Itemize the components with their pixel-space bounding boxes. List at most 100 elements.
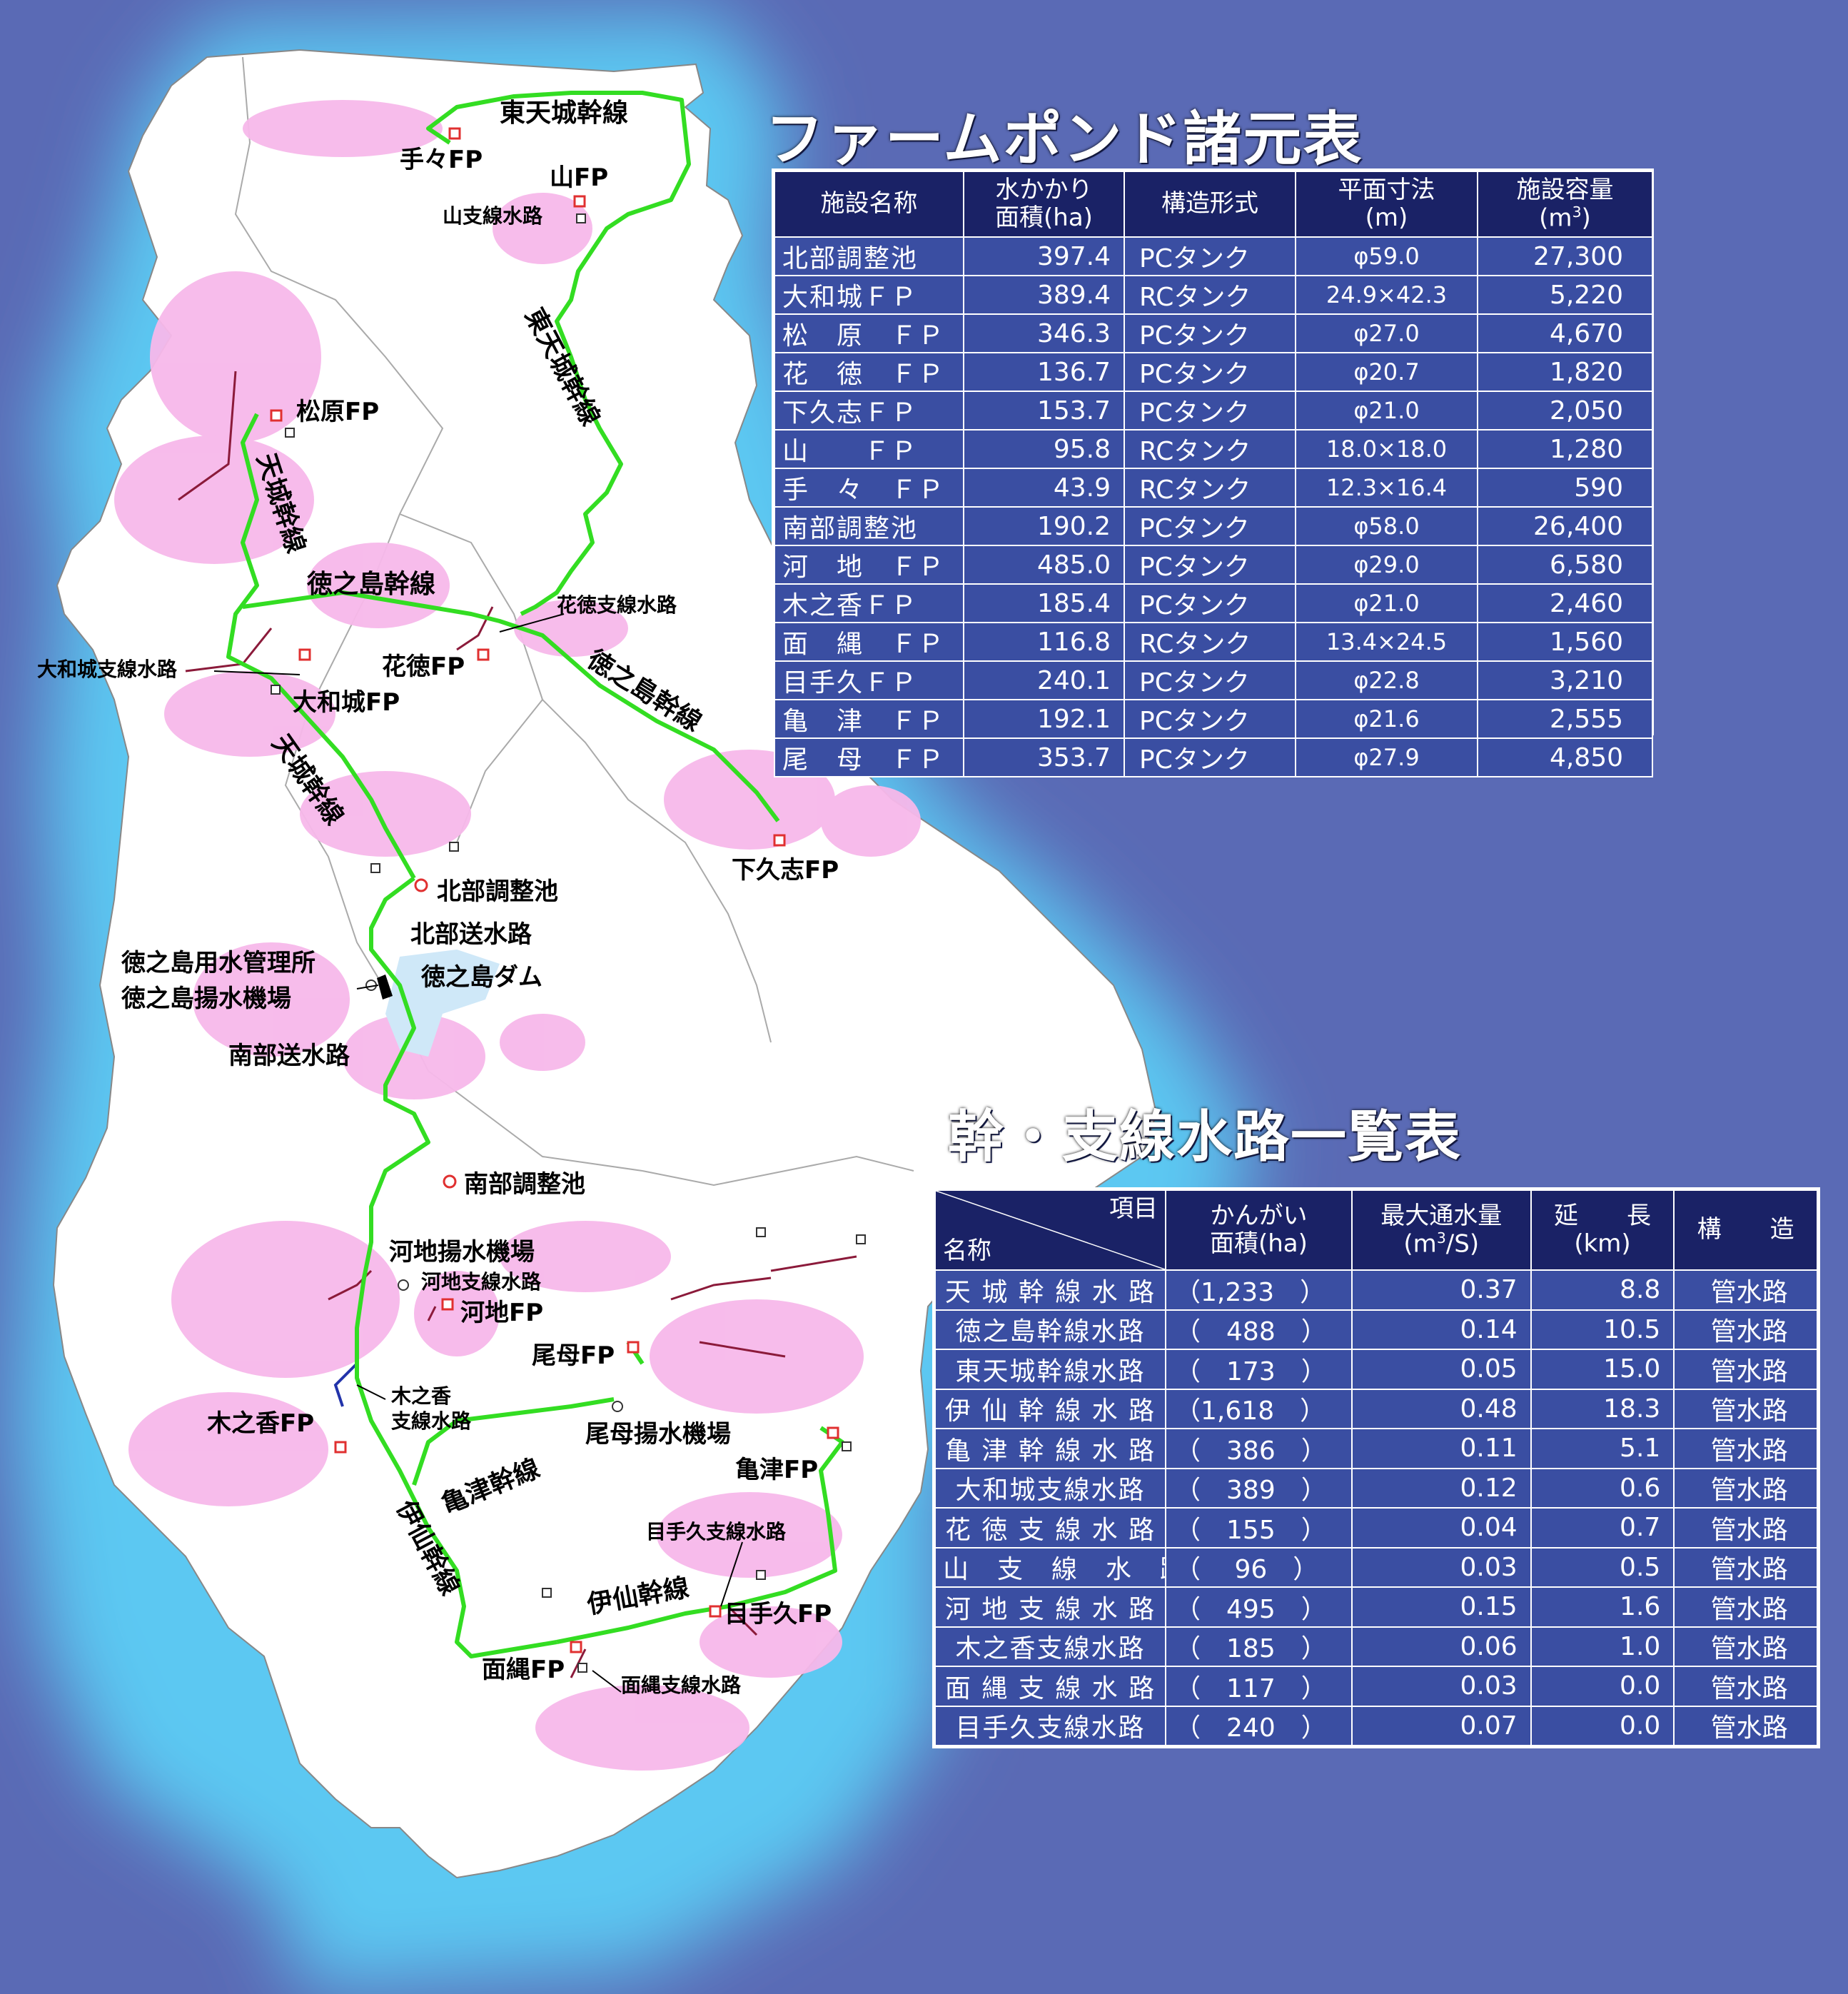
svg-text:支線水路: 支線水路 <box>391 1409 472 1433</box>
svg-text:面縄FP: 面縄FP <box>482 1656 565 1684</box>
header-irrigation-area: かんがい 面積(ha) <box>1165 1189 1353 1271</box>
table-row: 目手久ＦＰ 240.1 PCタンク φ22.8 3,210 <box>774 660 1653 700</box>
structure-type-cell: PCタンク <box>1124 545 1296 585</box>
table-row: 松 原 ＦＰ 346.3 PCタンク φ27.0 4,670 <box>774 313 1653 353</box>
svg-text:河地揚水機場: 河地揚水機場 <box>389 1238 535 1267</box>
table-row: 木之香ＦＰ 185.4 PCタンク φ21.0 2,460 <box>774 583 1653 623</box>
header-area: 水かかり 面積(ha) <box>963 171 1125 238</box>
svg-text:花徳支線水路: 花徳支線水路 <box>557 593 677 617</box>
header-structure: 構 造 <box>1673 1189 1818 1271</box>
structure-type-cell: PCタンク <box>1124 506 1296 546</box>
svg-text:河地支線水路: 河地支線水路 <box>421 1270 542 1294</box>
channel-name-cell: 面 縄 支 線 水 路 <box>934 1666 1167 1707</box>
channel-name-cell: 目手久支線水路 <box>934 1705 1167 1746</box>
channel-name-cell: 山 支 線 水 路 <box>934 1546 1167 1588</box>
header-dimensions: 平面寸法 (m) <box>1295 171 1478 238</box>
facility-name-cell: 南部調整池 <box>774 506 964 546</box>
capacity-cell: 2,460 <box>1477 583 1653 623</box>
channel-header-row: 項目 名称 かんがい 面積(ha) 最大通水量 (m3/S) 延 長 (km) 構 造 <box>934 1189 1818 1271</box>
svg-text:目手久FP: 目手久FP <box>724 1600 832 1628</box>
max-flow-cell: 0.37 <box>1350 1269 1532 1311</box>
structure-cell: 管水路 <box>1673 1309 1818 1350</box>
dimension-cell: φ21.0 <box>1295 583 1478 623</box>
svg-text:北部送水路: 北部送水路 <box>410 920 532 949</box>
svg-text:徳之島幹線: 徳之島幹線 <box>306 569 435 599</box>
svg-text:徳之島揚水機場: 徳之島揚水機場 <box>121 985 291 1013</box>
irrigation-area-cell: （ 488 ） <box>1165 1309 1353 1350</box>
max-flow-cell: 0.06 <box>1350 1626 1532 1667</box>
structure-cell: 管水路 <box>1673 1269 1818 1311</box>
structure-cell: 管水路 <box>1673 1467 1818 1509</box>
capacity-cell: 590 <box>1477 468 1653 508</box>
facility-name-cell: 山 ＦＰ <box>774 429 964 469</box>
length-cell: 10.5 <box>1530 1309 1675 1350</box>
irrigation-area-cell: （1,233 ） <box>1165 1269 1353 1311</box>
svg-text:花徳FP: 花徳FP <box>382 653 465 681</box>
max-flow-cell: 0.14 <box>1350 1309 1532 1350</box>
area-cell: 116.8 <box>963 622 1125 662</box>
facility-name-cell: 河 地 ＦＰ <box>774 545 964 585</box>
irrigation-area-cell: （ 173 ） <box>1165 1349 1353 1390</box>
length-cell: 15.0 <box>1530 1349 1675 1390</box>
structure-type-cell: PCタンク <box>1124 391 1296 430</box>
svg-text:山FP: 山FP <box>550 163 608 192</box>
dimension-cell: φ22.8 <box>1295 660 1478 700</box>
table-row: 花 徳 ＦＰ 136.7 PCタンク φ20.7 1,820 <box>774 352 1653 392</box>
max-flow-cell: 0.04 <box>1350 1507 1532 1549</box>
structure-cell: 管水路 <box>1673 1349 1818 1390</box>
header-type: 構造形式 <box>1124 171 1296 238</box>
table-row: 伊 仙 幹 線 水 路（1,618 ） 0.48 18.3 管水路 <box>934 1388 1818 1429</box>
irrigation-area-cell: （ 240 ） <box>1165 1705 1353 1746</box>
svg-text:尾母FP: 尾母FP <box>532 1341 615 1370</box>
table-row: 徳之島幹線水路（ 488 ） 0.14 10.5 管水路 <box>934 1309 1818 1350</box>
area-cell: 136.7 <box>963 352 1125 392</box>
structure-cell: 管水路 <box>1673 1428 1818 1469</box>
length-cell: 1.6 <box>1530 1586 1675 1628</box>
irrigation-area-cell: （ 495 ） <box>1165 1586 1353 1628</box>
dimension-cell: 13.4×24.5 <box>1295 622 1478 662</box>
capacity-cell: 1,820 <box>1477 352 1653 392</box>
max-flow-cell: 0.05 <box>1350 1349 1532 1390</box>
structure-cell: 管水路 <box>1673 1666 1818 1707</box>
svg-text:河地FP: 河地FP <box>460 1299 543 1327</box>
structure-type-cell: RCタンク <box>1124 622 1296 662</box>
area-cell: 346.3 <box>963 313 1125 353</box>
svg-text:大和城FP: 大和城FP <box>293 688 400 717</box>
max-flow-cell: 0.48 <box>1350 1388 1532 1429</box>
facility-name-cell: 亀 津 ＦＰ <box>774 699 964 739</box>
area-cell: 397.4 <box>963 236 1125 276</box>
channel-name-cell: 木之香支線水路 <box>934 1626 1167 1667</box>
header-capacity: 施設容量 (m3) <box>1477 171 1653 238</box>
farmpond-header-row: 施設名称 水かかり 面積(ha) 構造形式 平面寸法 (m) 施設容量 (m3) <box>774 171 1653 238</box>
facility-name-cell: 北部調整池 <box>774 236 964 276</box>
dimension-cell: φ27.9 <box>1295 737 1478 777</box>
irrigation-area-cell: （1,618 ） <box>1165 1388 1353 1429</box>
svg-text:南部送水路: 南部送水路 <box>228 1042 350 1070</box>
area-cell: 192.1 <box>963 699 1125 739</box>
svg-text:松原FP: 松原FP <box>296 398 379 426</box>
dimension-cell: 18.0×18.0 <box>1295 429 1478 469</box>
max-flow-cell: 0.03 <box>1350 1546 1532 1588</box>
capacity-cell: 2,555 <box>1477 699 1653 739</box>
area-cell: 185.4 <box>963 583 1125 623</box>
table-row: 河 地 ＦＰ 485.0 PCタンク φ29.0 6,580 <box>774 545 1653 585</box>
table-row: 下久志ＦＰ 153.7 PCタンク φ21.0 2,050 <box>774 391 1653 430</box>
table-row: 花 徳 支 線 水 路（ 155 ） 0.04 0.7 管水路 <box>934 1507 1818 1549</box>
facility-name-cell: 尾 母 ＦＰ <box>774 737 964 777</box>
structure-cell: 管水路 <box>1673 1705 1818 1746</box>
channel-name-cell: 徳之島幹線水路 <box>934 1309 1167 1350</box>
area-cell: 353.7 <box>963 737 1125 777</box>
length-cell: 0.0 <box>1530 1705 1675 1746</box>
svg-text:目手久支線水路: 目手久支線水路 <box>646 1520 787 1544</box>
channel-name-cell: 東天城幹線水路 <box>934 1349 1167 1390</box>
svg-text:亀津FP: 亀津FP <box>735 1456 818 1484</box>
channel-table-panel: 項目 名称 かんがい 面積(ha) 最大通水量 (m3/S) 延 長 (km) 構 造… <box>932 1187 1820 1748</box>
table-row: 木之香支線水路（ 185 ） 0.06 1.0 管水路 <box>934 1626 1818 1667</box>
channel-name-cell: 花 徳 支 線 水 路 <box>934 1507 1167 1549</box>
svg-text:木之香: 木之香 <box>390 1384 451 1408</box>
facility-name-cell: 下久志ＦＰ <box>774 391 964 430</box>
structure-type-cell: PCタンク <box>1124 660 1296 700</box>
dimension-cell: 24.9×42.3 <box>1295 275 1478 315</box>
max-flow-cell: 0.15 <box>1350 1586 1532 1628</box>
svg-text:山支線水路: 山支線水路 <box>443 204 543 228</box>
